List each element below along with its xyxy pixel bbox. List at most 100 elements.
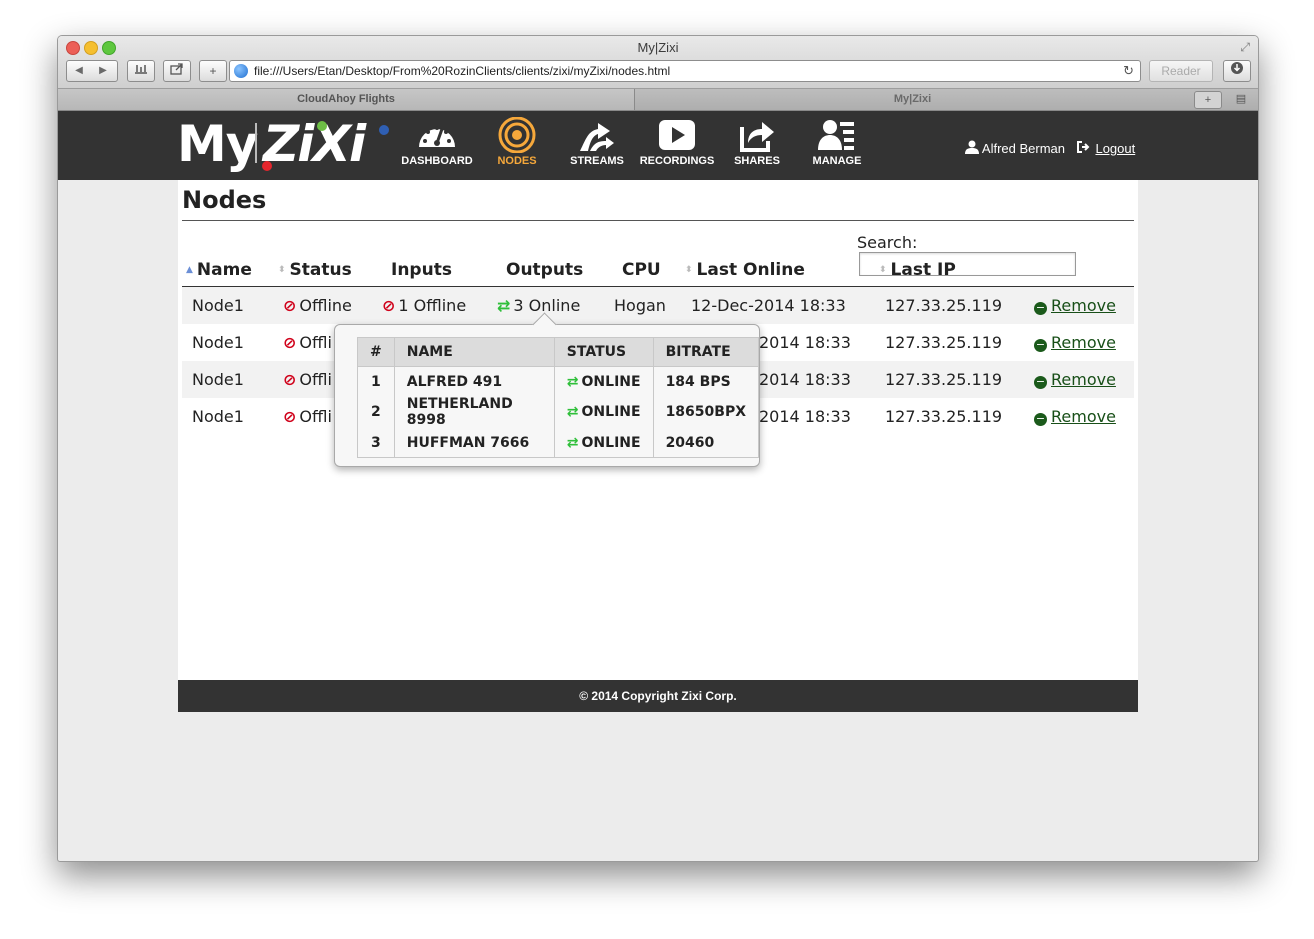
- output-row: 1 ALFRED 491 ⇄ ONLINE 184 BPS: [357, 366, 760, 396]
- nav-recordings-label: RECORDINGS: [639, 155, 715, 167]
- downloads-button[interactable]: [1223, 60, 1251, 82]
- col-header-cpu[interactable]: CPU: [622, 260, 661, 280]
- tab-cloudahoy[interactable]: CloudAhoy Flights: [58, 89, 635, 110]
- nav-shares[interactable]: SHARES: [717, 117, 797, 167]
- site-header: My ZiXi DASHBOARD NODES STREAMS RECORDIN…: [58, 111, 1258, 180]
- popover-col-bitrate: BITRATE: [653, 337, 760, 367]
- online-arrows-icon: ⇄: [566, 373, 579, 390]
- output-bitrate: 20460: [653, 428, 760, 458]
- remove-link[interactable]: − Remove: [1034, 370, 1116, 389]
- outputs-table-header: # NAME STATUS BITRATE: [357, 337, 760, 367]
- remove-link[interactable]: − Remove: [1034, 407, 1116, 426]
- title-divider: [182, 220, 1134, 221]
- online-arrows-icon: ⇄: [497, 296, 511, 315]
- offline-icon: ⊘: [283, 407, 297, 426]
- users-icon: [818, 120, 854, 150]
- forward-button[interactable]: ▶: [91, 61, 115, 81]
- offline-icon: ⊘: [283, 370, 297, 389]
- remove-link[interactable]: − Remove: [1034, 333, 1116, 352]
- new-tab-button[interactable]: +: [199, 60, 227, 82]
- table-row: Node1 ⊘ Offline ⊘ 1 Offline ⇄ 3 Online Hoga…: [182, 287, 1134, 324]
- tab-myzixi[interactable]: My|Zixi: [635, 89, 1190, 110]
- nav-recordings[interactable]: RECORDINGS: [637, 117, 717, 167]
- reload-icon[interactable]: ↻: [1123, 63, 1134, 79]
- tab-overview-icon[interactable]: ▤: [1228, 91, 1254, 107]
- output-row: 2 NETHERLAND 8998 ⇄ ONLINE 18650BPX: [357, 396, 760, 428]
- cell-name: Node1: [192, 370, 244, 389]
- logout-icon: [1076, 141, 1090, 153]
- remove-link[interactable]: − Remove: [1034, 296, 1116, 315]
- output-status: ⇄ ONLINE: [554, 396, 654, 428]
- col-header-name[interactable]: ▲ Name: [186, 260, 252, 280]
- logo-blue-dot: [379, 125, 389, 135]
- logo-separator: [255, 123, 257, 163]
- output-status: ⇄ ONLINE: [554, 366, 654, 396]
- nav-dashboard-label: DASHBOARD: [401, 155, 473, 167]
- browser-window: My|Zixi ⤢ ◀ ▶ + file:///Users/Etan/Deskto…: [57, 35, 1259, 862]
- logo-my-text: My: [177, 115, 258, 173]
- col-header-last-online[interactable]: ⬍ Last Online: [685, 260, 805, 280]
- cell-last-online: 12-Dec-2014 18:33: [691, 296, 846, 315]
- streams-icon: [580, 123, 614, 151]
- offline-icon: ⊘: [283, 333, 297, 352]
- reader-button[interactable]: Reader: [1149, 60, 1213, 82]
- remove-icon: −: [1034, 412, 1047, 426]
- cell-status: ⊘ Offli: [283, 333, 332, 352]
- col-header-status[interactable]: ⬍ Status: [278, 260, 352, 280]
- nav-streams-label: STREAMS: [570, 155, 624, 167]
- history-nav: ◀ ▶: [66, 60, 118, 82]
- add-tab-button[interactable]: +: [1194, 91, 1222, 109]
- remove-icon: −: [1034, 375, 1047, 389]
- remove-icon: −: [1034, 301, 1047, 315]
- share-page-icon: [170, 63, 183, 75]
- globe-icon: [234, 64, 248, 78]
- popover-col-name: NAME: [394, 337, 555, 367]
- browser-titlebar: My|Zixi ⤢ ◀ ▶ + file:///Users/Etan/Deskto…: [58, 36, 1258, 89]
- share-icon: [740, 122, 774, 152]
- play-icon: [659, 120, 695, 150]
- cell-last-ip: 127.33.25.119: [885, 407, 1003, 426]
- gauge-icon: [419, 126, 455, 147]
- sort-icon: ⬍: [685, 265, 693, 275]
- output-name: HUFFMAN 7666: [394, 428, 555, 458]
- bookmarks-button[interactable]: [127, 60, 155, 82]
- output-name: NETHERLAND 8998: [394, 396, 555, 428]
- output-number: 2: [357, 396, 395, 428]
- page-title: Nodes: [182, 186, 267, 214]
- cell-outputs[interactable]: ⇄ 3 Online: [497, 296, 580, 315]
- output-bitrate: 18650BPX: [653, 396, 760, 428]
- cell-last-ip: 127.33.25.119: [885, 370, 1003, 389]
- logo-zixi-text: ZiXi: [263, 115, 366, 173]
- cell-cpu: Hogan: [614, 296, 666, 315]
- nav-nodes[interactable]: NODES: [477, 117, 557, 167]
- tab-bar: CloudAhoy Flights My|Zixi + ▤: [58, 89, 1258, 111]
- cell-last-ip: 127.33.25.119: [885, 296, 1003, 315]
- cell-status: ⊘ Offli: [283, 370, 332, 389]
- nav-manage[interactable]: MANAGE: [797, 117, 877, 167]
- cell-last-online: 2014 18:33: [759, 333, 851, 352]
- cell-status: ⊘ Offli: [283, 407, 332, 426]
- back-button[interactable]: ◀: [67, 61, 91, 81]
- share-page-button[interactable]: [163, 60, 191, 82]
- cell-last-online: 2014 18:33: [759, 407, 851, 426]
- nav-dashboard[interactable]: DASHBOARD: [397, 117, 477, 167]
- user-area: Alfred Berman Logout: [965, 140, 1135, 156]
- offline-icon: ⊘: [382, 296, 396, 315]
- fullscreen-icon[interactable]: ⤢: [1240, 40, 1250, 55]
- url-text[interactable]: file:///Users/Etan/Desktop/From%20RozinC…: [254, 64, 670, 78]
- outputs-table: # NAME STATUS BITRATE 1 ALFRED 491 ⇄ ONLI…: [357, 337, 760, 458]
- address-bar[interactable]: file:///Users/Etan/Desktop/From%20RozinC…: [229, 60, 1141, 82]
- sort-icon: ⬍: [278, 265, 286, 275]
- window-title: My|Zixi: [637, 40, 679, 55]
- nav-streams[interactable]: STREAMS: [557, 117, 637, 167]
- cell-last-ip: 127.33.25.119: [885, 333, 1003, 352]
- user-icon: [965, 140, 979, 154]
- cell-inputs[interactable]: ⊘ 1 Offline: [382, 296, 466, 315]
- col-header-last-ip[interactable]: ⬍ Last IP: [879, 260, 956, 280]
- col-header-outputs[interactable]: Outputs: [506, 260, 583, 280]
- logout-link[interactable]: Logout: [1095, 141, 1135, 156]
- offline-icon: ⊘: [283, 296, 297, 315]
- col-header-inputs[interactable]: Inputs: [391, 260, 452, 280]
- output-number: 3: [357, 428, 395, 458]
- popover-col-number: #: [357, 337, 395, 367]
